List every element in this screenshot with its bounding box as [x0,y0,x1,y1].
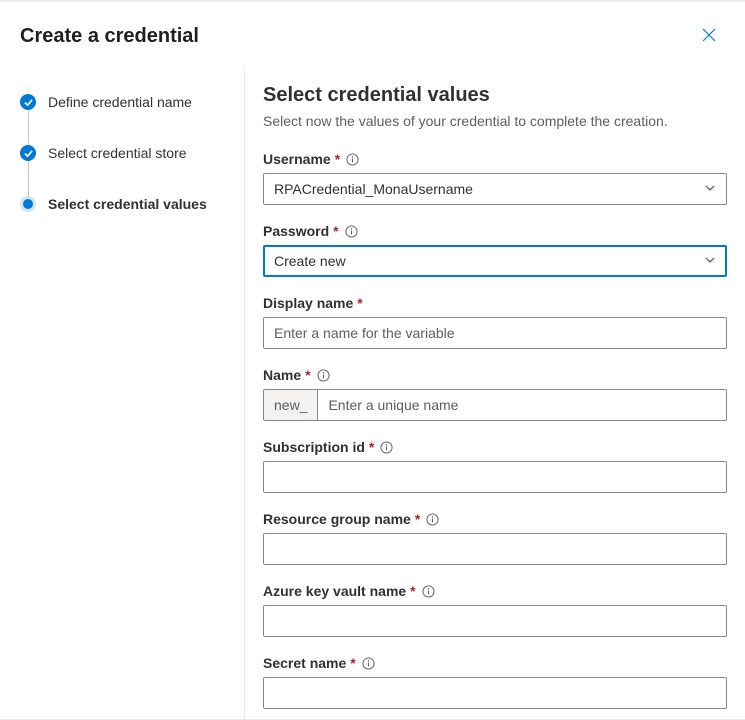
content-subtitle: Select now the values of your credential… [263,113,727,129]
username-label: Username [263,151,331,167]
required-asterisk: * [350,655,355,671]
password-select[interactable]: Create new [263,245,727,277]
info-icon[interactable] [380,441,393,454]
name-label: Name [263,367,301,383]
username-value: RPACredential_MonaUsername [274,181,473,197]
close-button[interactable] [693,20,725,52]
checkmark-icon [20,145,36,161]
chevron-down-icon [704,253,716,269]
info-icon[interactable] [346,153,359,166]
step-connector [28,161,29,196]
wizard-steps: Define credential name Select credential… [0,66,245,719]
step-connector [28,110,29,145]
secret-name-input[interactable] [263,677,727,709]
secret-name-label: Secret name [263,655,346,671]
step-label: Define credential name [48,94,192,110]
display-name-label: Display name [263,295,353,311]
step-label: Select credential values [48,196,207,212]
step-select-credential-values[interactable]: Select credential values [20,196,226,212]
name-input[interactable] [317,389,727,421]
required-asterisk: * [335,151,340,167]
resource-group-name-label: Resource group name [263,511,411,527]
subscription-id-label: Subscription id [263,439,365,455]
subscription-id-input[interactable] [263,461,727,493]
info-icon[interactable] [422,585,435,598]
info-icon[interactable] [317,369,330,382]
required-asterisk: * [333,223,338,239]
required-asterisk: * [305,367,310,383]
password-label: Password [263,223,329,239]
panel-title: Create a credential [20,25,199,48]
password-value: Create new [274,253,346,269]
username-select[interactable]: RPACredential_MonaUsername [263,173,727,205]
content-title: Select credential values [263,84,727,107]
step-label: Select credential store [48,145,187,161]
info-icon[interactable] [345,225,358,238]
chevron-down-icon [704,181,716,197]
info-icon[interactable] [362,657,375,670]
display-name-input[interactable] [263,317,727,349]
required-asterisk: * [369,439,374,455]
current-step-icon [20,196,36,212]
step-define-credential-name[interactable]: Define credential name [20,94,226,110]
required-asterisk: * [357,295,362,311]
required-asterisk: * [410,583,415,599]
required-asterisk: * [415,511,420,527]
step-select-credential-store[interactable]: Select credential store [20,145,226,161]
azure-key-vault-name-input[interactable] [263,605,727,637]
checkmark-icon [20,94,36,110]
resource-group-name-input[interactable] [263,533,727,565]
azure-key-vault-name-label: Azure key vault name [263,583,406,599]
info-icon[interactable] [426,513,439,526]
close-icon [702,28,716,45]
name-prefix: new_ [263,389,317,421]
